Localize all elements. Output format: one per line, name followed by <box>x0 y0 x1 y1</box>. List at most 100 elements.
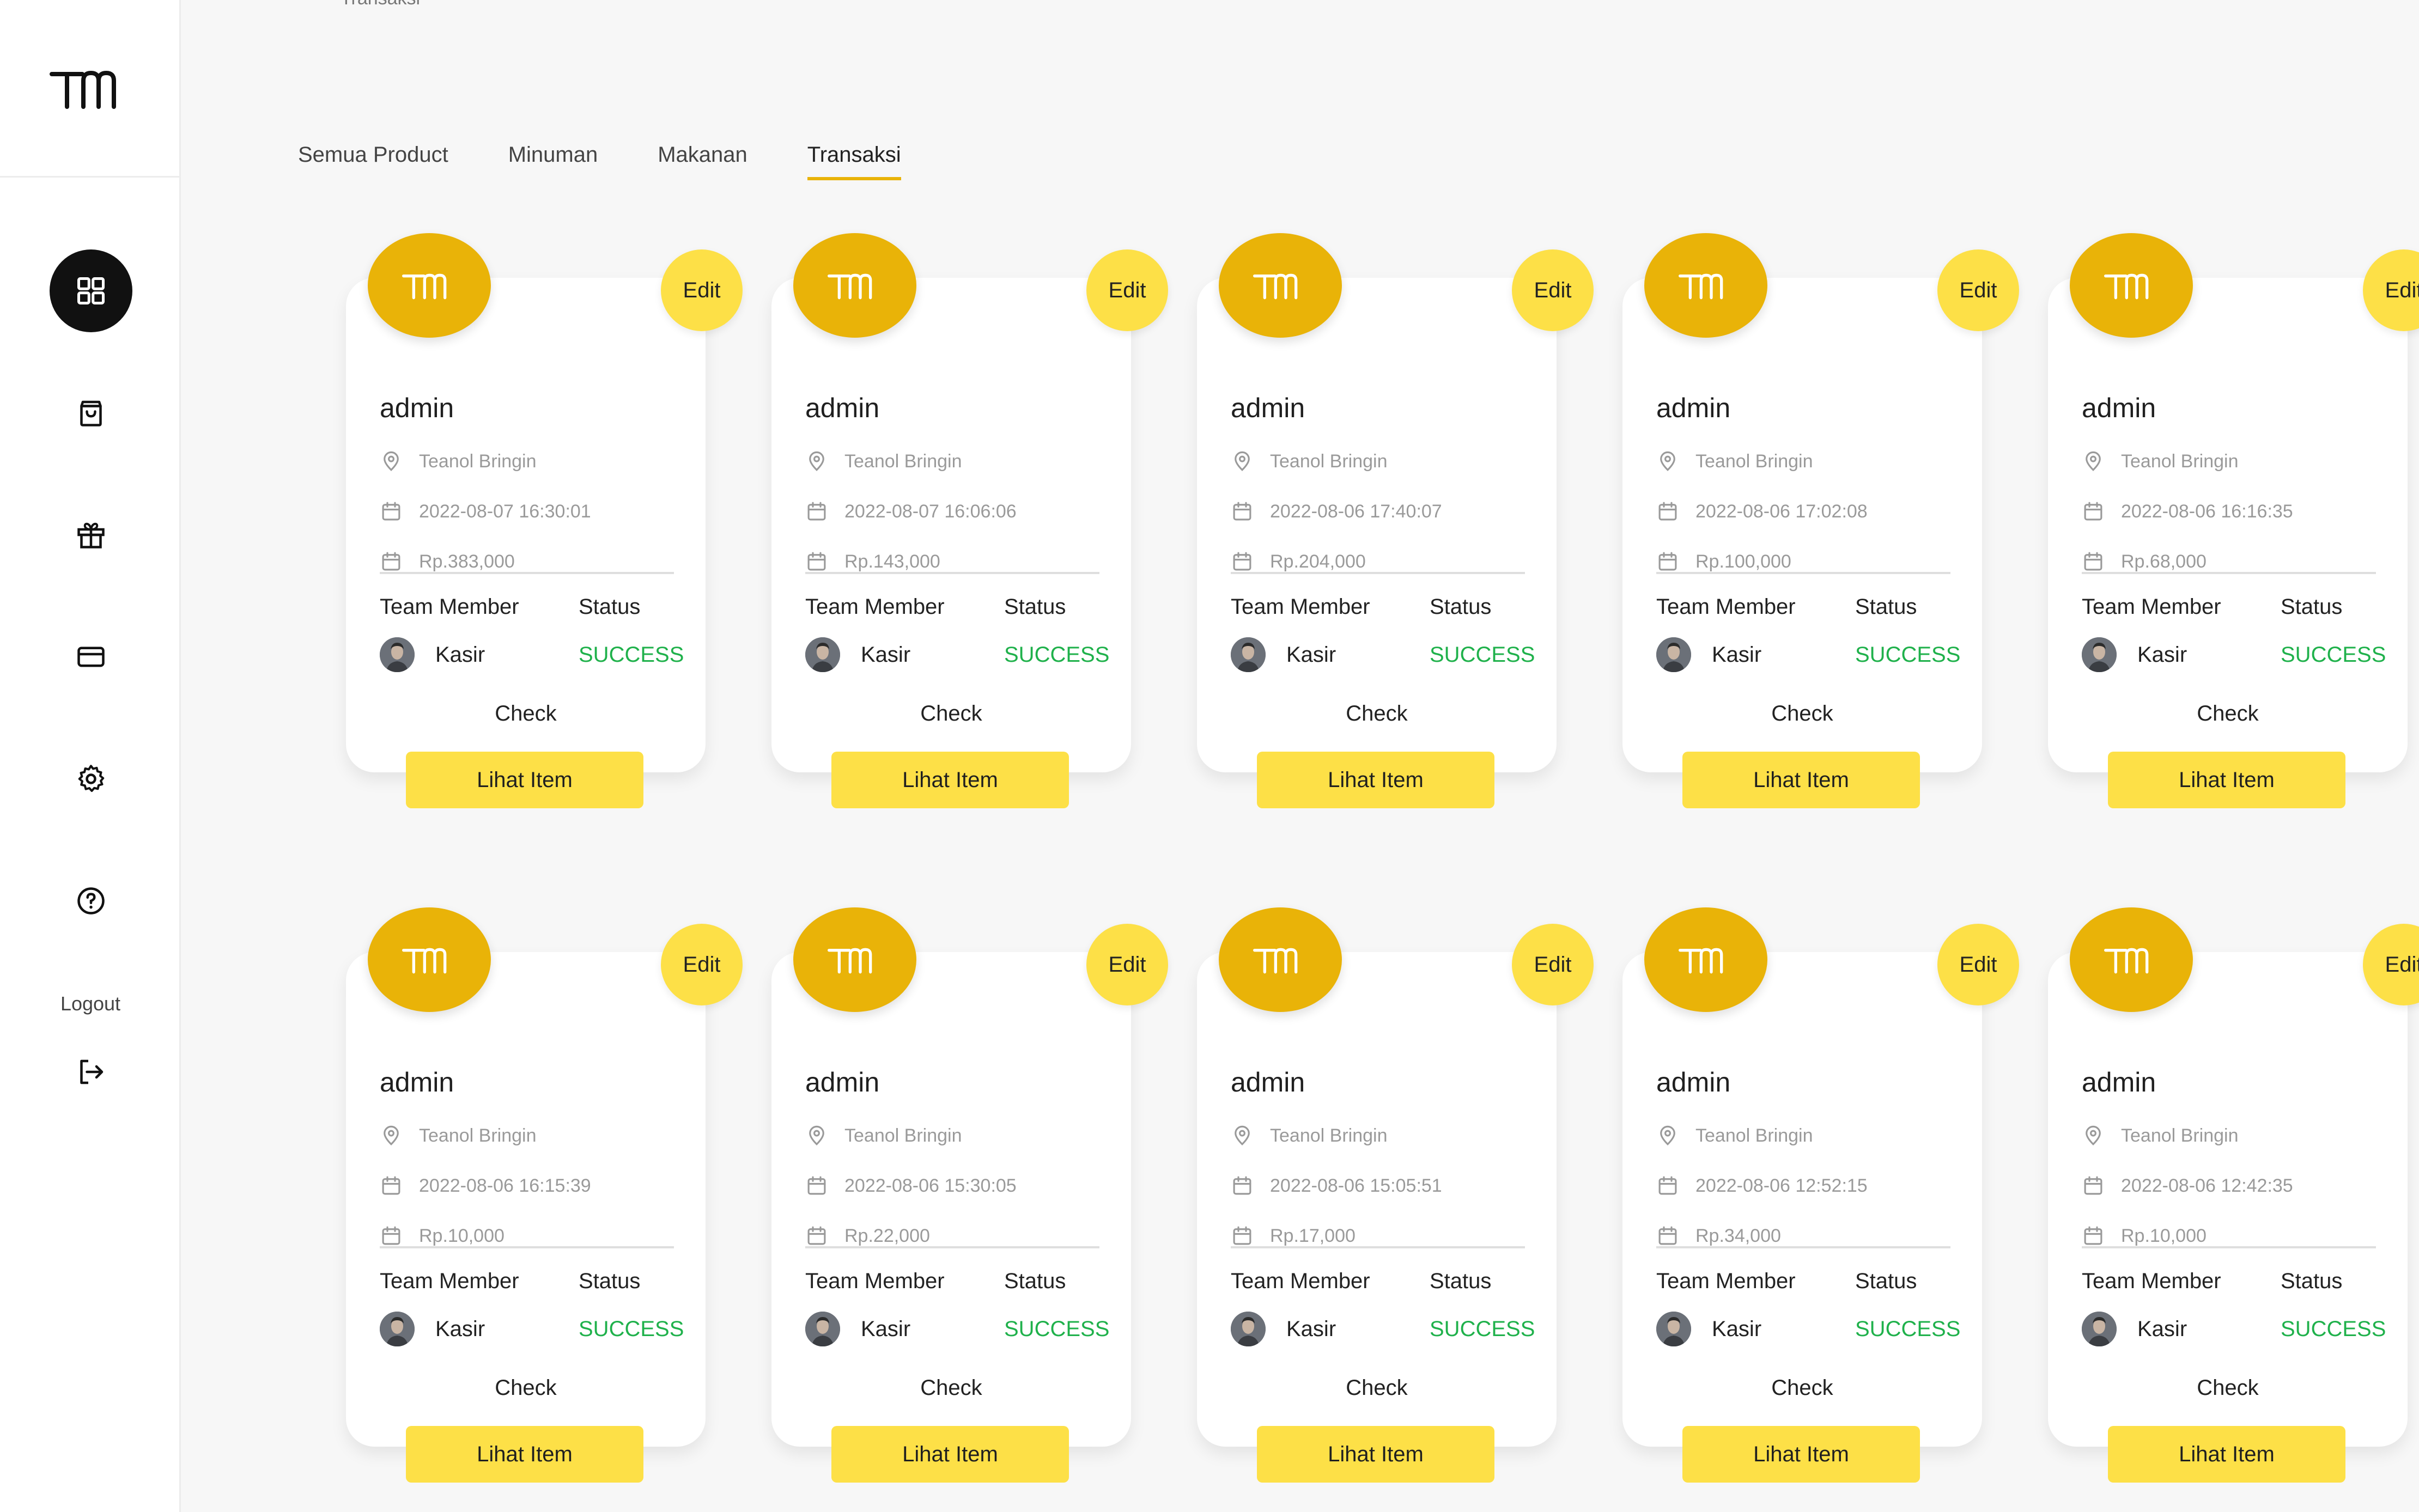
help-icon <box>77 887 105 914</box>
card-location-text: Teanol Bringin <box>1695 450 1813 472</box>
settings-icon <box>78 765 105 792</box>
lihat-item-button[interactable]: Lihat Item <box>1682 752 1920 808</box>
card-total: Rp.34,000 <box>1656 1224 1781 1247</box>
card-location-text: Teanol Bringin <box>1270 450 1388 472</box>
card-location: Teanol Bringin <box>1231 1124 1387 1147</box>
card-total-text: Rp.68,000 <box>2121 551 2207 572</box>
tm-logo-icon <box>2104 273 2149 300</box>
tm-logo-icon <box>828 273 872 300</box>
card-datetime-text: 2022-08-06 16:15:39 <box>419 1175 591 1196</box>
tab-makanan[interactable]: Makanan <box>658 143 747 180</box>
status-label: Status <box>1430 1269 1492 1293</box>
card-datetime-text: 2022-08-06 15:05:51 <box>1270 1175 1442 1196</box>
card-datetime-text: 2022-08-07 16:30:01 <box>419 501 591 522</box>
store-avatar <box>2070 907 2193 1012</box>
card-username: admin <box>2082 393 2156 423</box>
tab-minuman[interactable]: Minuman <box>508 143 598 180</box>
card-location-text: Teanol Bringin <box>2121 450 2239 472</box>
lihat-item-button[interactable]: Lihat Item <box>1257 1426 1494 1483</box>
status-badge: SUCCESS <box>579 643 684 667</box>
member-name: Kasir <box>2137 642 2187 667</box>
store-avatar <box>793 907 916 1012</box>
card-username: admin <box>805 1067 880 1098</box>
member-avatar <box>1656 637 1691 672</box>
edit-button[interactable]: Edit <box>1086 249 1168 331</box>
card-divider <box>380 1246 674 1248</box>
transaction-card: admin Teanol Bringin 2022-08-06 15:30:05 <box>771 907 1168 1483</box>
edit-button[interactable]: Edit <box>661 924 743 1005</box>
calendar-icon <box>2084 552 2102 571</box>
card-username: admin <box>805 393 880 423</box>
check-label: Check <box>1346 1376 1408 1400</box>
lihat-item-button[interactable]: Lihat Item <box>406 1426 643 1483</box>
card-location: Teanol Bringin <box>1231 450 1387 473</box>
card-total-text: Rp.100,000 <box>1695 551 1791 572</box>
edit-button[interactable]: Edit <box>661 249 743 331</box>
sidebar-item-payment[interactable] <box>50 615 132 698</box>
card-divider <box>1231 572 1525 574</box>
card-datetime-text: 2022-08-06 17:02:08 <box>1695 501 1868 522</box>
card-location: Teanol Bringin <box>2082 1124 2238 1147</box>
sidebar: Logout <box>0 0 181 1512</box>
edit-button[interactable]: Edit <box>1512 249 1594 331</box>
card-location: Teanol Bringin <box>1656 1124 1813 1147</box>
status-label: Status <box>579 595 641 619</box>
person-avatar-icon <box>805 637 840 672</box>
card-datetime-text: 2022-08-07 16:06:06 <box>844 501 1017 522</box>
store-avatar <box>1219 233 1342 338</box>
logout-icon <box>80 1059 104 1084</box>
sidebar-item-dashboard[interactable] <box>50 249 132 332</box>
card-divider <box>1656 572 1950 574</box>
card-username: admin <box>2082 1067 2156 1098</box>
edit-button[interactable]: Edit <box>1086 924 1168 1005</box>
member-name: Kasir <box>1712 1316 1762 1341</box>
card-body: admin Teanol Bringin 2022-08-06 12:52:15 <box>1622 952 1982 1483</box>
card-total-text: Rp.143,000 <box>844 551 940 572</box>
lihat-item-button[interactable]: Lihat Item <box>831 752 1069 808</box>
person-avatar-icon <box>2082 1312 2117 1346</box>
app-logo[interactable] <box>0 0 181 178</box>
card-username: admin <box>1231 393 1305 423</box>
card-body: admin Teanol Bringin 2022-08-06 17:02:08 <box>1622 278 1982 808</box>
calendar-icon <box>1233 552 1251 571</box>
status-label: Status <box>2281 1269 2343 1293</box>
transaction-card: admin Teanol Bringin 2022-08-06 16:15:39 <box>346 907 743 1483</box>
status-badge: SUCCESS <box>2281 1317 2386 1341</box>
edit-button[interactable]: Edit <box>1512 924 1594 1005</box>
logout-button[interactable] <box>50 1031 132 1113</box>
calendar-icon <box>1658 502 1677 521</box>
lihat-item-button[interactable]: Lihat Item <box>2108 1426 2345 1483</box>
card-datetime: 2022-08-06 15:05:51 <box>1231 1174 1442 1197</box>
tm-logo-icon <box>2104 948 2149 974</box>
team-member: Kasir <box>2082 1312 2187 1346</box>
tab-transaksi[interactable]: Transaksi <box>807 143 901 180</box>
sidebar-item-settings[interactable] <box>50 737 132 820</box>
location-pin-icon <box>384 451 399 471</box>
calendar-icon <box>1233 1176 1251 1195</box>
card-username: admin <box>1656 1067 1731 1098</box>
tm-logo-icon <box>402 948 447 974</box>
tab-semua-product[interactable]: Semua Product <box>298 143 448 180</box>
edit-button[interactable]: Edit <box>1937 249 2019 331</box>
edit-button[interactable]: Edit <box>1937 924 2019 1005</box>
lihat-item-button[interactable]: Lihat Item <box>406 752 643 808</box>
lihat-item-button[interactable]: Lihat Item <box>1682 1426 1920 1483</box>
calendar-icon <box>2084 502 2102 521</box>
calendar-icon <box>807 552 826 571</box>
lihat-item-button[interactable]: Lihat Item <box>2108 752 2345 808</box>
sidebar-item-help[interactable] <box>50 859 132 942</box>
logout-label[interactable]: Logout <box>0 992 181 1015</box>
card-total-text: Rp.10,000 <box>419 1225 505 1246</box>
card-body: admin Teanol Bringin 2022-08-06 15:05:51 <box>1197 952 1557 1483</box>
card-location-text: Teanol Bringin <box>419 1125 537 1146</box>
status-badge: SUCCESS <box>1430 643 1535 667</box>
check-label: Check <box>1771 702 1833 725</box>
sidebar-item-products[interactable] <box>50 371 132 454</box>
member-avatar <box>380 1312 415 1346</box>
team-member-label: Team Member <box>805 1269 945 1293</box>
calendar-icon <box>807 1176 826 1195</box>
check-label: Check <box>1346 702 1408 725</box>
lihat-item-button[interactable]: Lihat Item <box>831 1426 1069 1483</box>
lihat-item-button[interactable]: Lihat Item <box>1257 752 1494 808</box>
sidebar-item-promo[interactable] <box>50 493 132 576</box>
